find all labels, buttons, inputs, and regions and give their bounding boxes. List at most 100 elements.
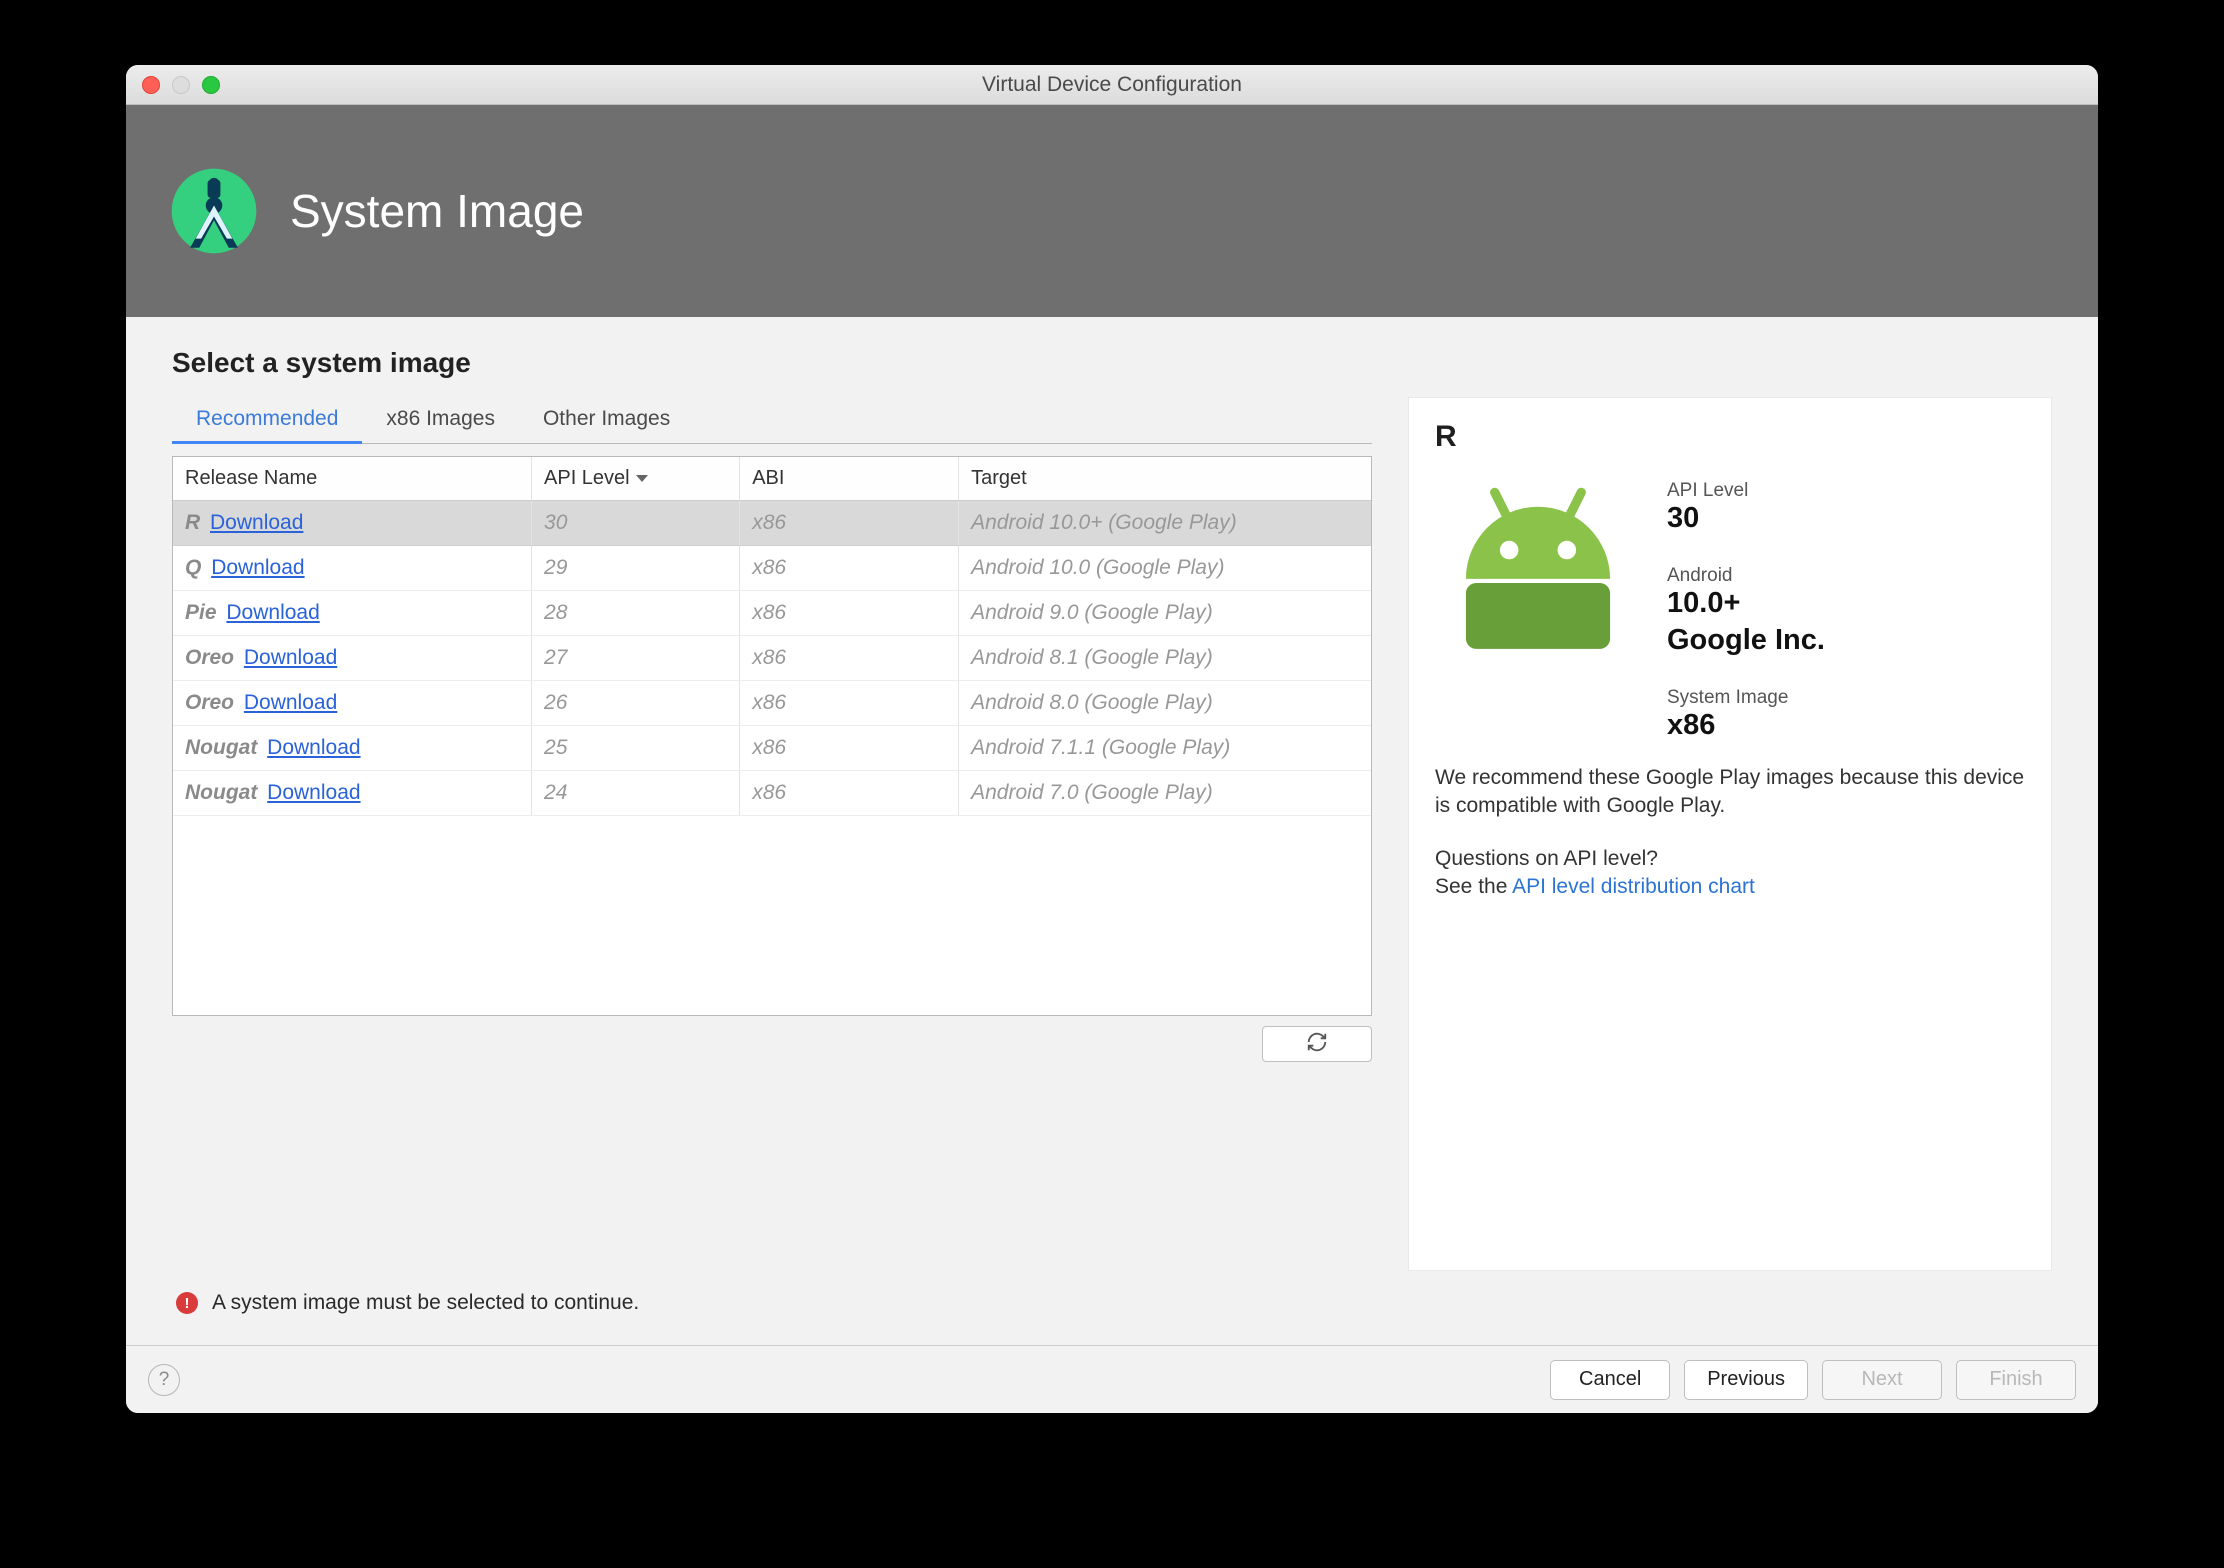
- table-row[interactable]: R Download30x86Android 10.0+ (Google Pla…: [173, 501, 1371, 546]
- step-heading: Select a system image: [172, 347, 2052, 379]
- cell-abi: x86: [740, 681, 959, 725]
- col-release-name[interactable]: Release Name: [173, 457, 532, 500]
- download-link[interactable]: Download: [211, 556, 304, 579]
- cell-abi: x86: [740, 771, 959, 815]
- android-studio-icon: [168, 165, 260, 257]
- refresh-icon: [1306, 1031, 1328, 1058]
- cell-api-level: 28: [532, 591, 740, 635]
- refresh-button[interactable]: [1262, 1026, 1372, 1062]
- release-name-text: R: [185, 511, 200, 534]
- release-name-text: Oreo: [185, 691, 234, 714]
- download-link[interactable]: Download: [267, 736, 360, 759]
- details-panel: R API Level: [1408, 397, 2052, 1271]
- android-version-value: 10.0+: [1667, 587, 2025, 620]
- cell-release-name: Nougat Download: [173, 771, 532, 815]
- cell-api-level: 30: [532, 501, 740, 545]
- release-name-text: Pie: [185, 601, 217, 624]
- error-icon: !: [176, 1292, 198, 1314]
- table-body: R Download30x86Android 10.0+ (Google Pla…: [173, 501, 1371, 1015]
- table-row[interactable]: Oreo Download26x86Android 8.0 (Google Pl…: [173, 681, 1371, 726]
- download-link[interactable]: Download: [226, 601, 319, 624]
- download-link[interactable]: Download: [244, 646, 337, 669]
- cell-api-level: 26: [532, 681, 740, 725]
- wizard-title: System Image: [290, 184, 584, 238]
- cell-release-name: R Download: [173, 501, 532, 545]
- vendor-value: Google Inc.: [1667, 624, 2025, 657]
- release-name-text: Oreo: [185, 646, 234, 669]
- cell-target: Android 8.1 (Google Play): [959, 636, 1371, 680]
- cell-abi: x86: [740, 591, 959, 635]
- tab-recommended[interactable]: Recommended: [172, 397, 362, 444]
- col-abi[interactable]: ABI: [740, 457, 959, 500]
- api-level-value: 30: [1667, 502, 2025, 535]
- release-name-text: Nougat: [185, 736, 257, 759]
- cell-api-level: 24: [532, 771, 740, 815]
- api-distribution-link[interactable]: API level distribution chart: [1512, 875, 1755, 898]
- alert-text: A system image must be selected to conti…: [212, 1291, 639, 1315]
- finish-button[interactable]: Finish: [1956, 1360, 2076, 1400]
- system-image-table: Release Name API Level ABI Target: [172, 456, 1372, 1016]
- table-row[interactable]: Nougat Download24x86Android 7.0 (Google …: [173, 771, 1371, 816]
- cell-target: Android 10.0+ (Google Play): [959, 501, 1371, 545]
- cell-release-name: Oreo Download: [173, 681, 532, 725]
- recommendation-text: We recommend these Google Play images be…: [1435, 764, 2025, 821]
- table-header-row: Release Name API Level ABI Target: [173, 457, 1371, 501]
- cell-api-level: 29: [532, 546, 740, 590]
- validation-alert: ! A system image must be selected to con…: [172, 1291, 2052, 1333]
- help-button[interactable]: ?: [148, 1364, 180, 1396]
- download-link[interactable]: Download: [244, 691, 337, 714]
- download-link[interactable]: Download: [267, 781, 360, 804]
- cancel-button[interactable]: Cancel: [1550, 1360, 1670, 1400]
- cell-release-name: Pie Download: [173, 591, 532, 635]
- cell-abi: x86: [740, 636, 959, 680]
- release-name-text: Q: [185, 556, 201, 579]
- cell-target: Android 10.0 (Google Play): [959, 546, 1371, 590]
- wizard-header: System Image: [126, 105, 2098, 317]
- cell-abi: x86: [740, 726, 959, 770]
- col-api-label: API Level: [544, 467, 630, 490]
- download-link[interactable]: Download: [210, 511, 303, 534]
- distribution-chart-row: See the API level distribution chart: [1435, 875, 2025, 899]
- next-button[interactable]: Next: [1822, 1360, 1942, 1400]
- cell-abi: x86: [740, 501, 959, 545]
- sort-desc-icon: [636, 475, 648, 482]
- table-row[interactable]: Q Download29x86Android 10.0 (Google Play…: [173, 546, 1371, 591]
- tab-other[interactable]: Other Images: [519, 397, 694, 443]
- android-robot-icon: [1435, 480, 1641, 752]
- system-image-value: x86: [1667, 709, 2025, 742]
- window-title: Virtual Device Configuration: [126, 73, 2098, 97]
- cell-target: Android 7.1.1 (Google Play): [959, 726, 1371, 770]
- dialog-window: Virtual Device Configuration System Imag…: [126, 65, 2098, 1413]
- cell-release-name: Oreo Download: [173, 636, 532, 680]
- col-release-label: Release Name: [185, 467, 317, 490]
- cell-api-level: 25: [532, 726, 740, 770]
- system-image-label: System Image: [1667, 687, 2025, 709]
- titlebar: Virtual Device Configuration: [126, 65, 2098, 105]
- col-api-level[interactable]: API Level: [532, 457, 740, 500]
- cell-api-level: 27: [532, 636, 740, 680]
- cell-abi: x86: [740, 546, 959, 590]
- cell-release-name: Q Download: [173, 546, 532, 590]
- release-name-text: Nougat: [185, 781, 257, 804]
- tab-bar: Recommended x86 Images Other Images: [172, 397, 1372, 444]
- cell-target: Android 7.0 (Google Play): [959, 771, 1371, 815]
- cell-target: Android 8.0 (Google Play): [959, 681, 1371, 725]
- content-area: Select a system image Recommended x86 Im…: [126, 317, 2098, 1345]
- android-label: Android: [1667, 565, 2025, 587]
- table-row[interactable]: Pie Download28x86Android 9.0 (Google Pla…: [173, 591, 1371, 636]
- tab-x86[interactable]: x86 Images: [362, 397, 519, 443]
- col-target[interactable]: Target: [959, 457, 1371, 500]
- selected-release-code: R: [1435, 420, 2025, 454]
- api-level-label: API Level: [1667, 480, 2025, 502]
- cell-target: Android 9.0 (Google Play): [959, 591, 1371, 635]
- question-text: Questions on API level?: [1435, 847, 2025, 871]
- col-abi-label: ABI: [752, 467, 784, 490]
- image-list-pane: Recommended x86 Images Other Images Rele…: [172, 397, 1372, 1271]
- previous-button[interactable]: Previous: [1684, 1360, 1808, 1400]
- table-row[interactable]: Nougat Download25x86Android 7.1.1 (Googl…: [173, 726, 1371, 771]
- cell-release-name: Nougat Download: [173, 726, 532, 770]
- col-target-label: Target: [971, 467, 1027, 490]
- help-icon: ?: [159, 1369, 170, 1391]
- see-the-text: See the: [1435, 875, 1512, 898]
- table-row[interactable]: Oreo Download27x86Android 8.1 (Google Pl…: [173, 636, 1371, 681]
